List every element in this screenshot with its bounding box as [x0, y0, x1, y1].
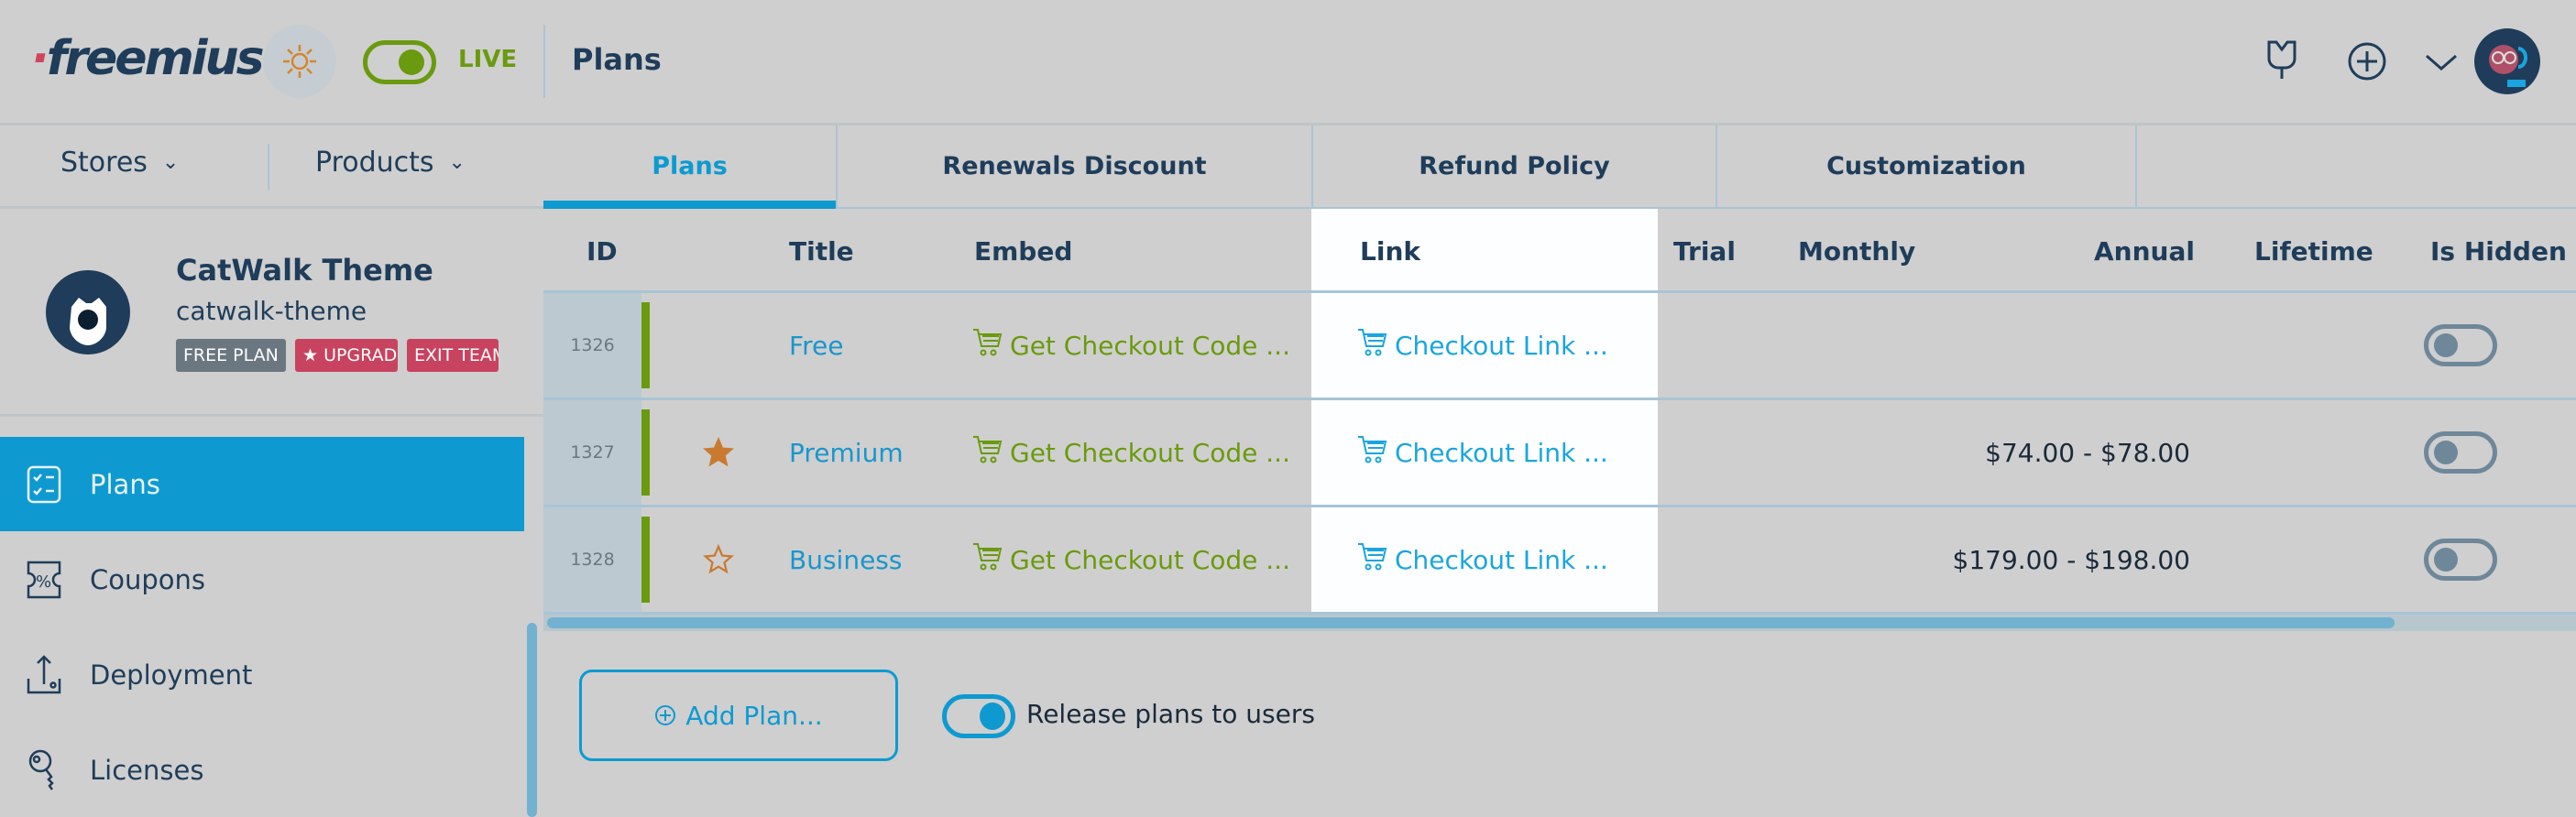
add-plan-button[interactable]: Add Plan...: [579, 670, 898, 761]
key-icon: [28, 749, 54, 790]
plan-id: 1327: [543, 400, 641, 505]
get-checkout-code-link[interactable]: Get Checkout Code ...: [971, 400, 1290, 505]
plan-color-bar: [641, 302, 650, 388]
column-header-monthly: Monthly: [1798, 236, 1916, 267]
checkout-link[interactable]: Checkout Link ...: [1356, 400, 1608, 505]
page-title: Plans: [572, 42, 662, 77]
plan-title-link[interactable]: Business: [789, 507, 902, 612]
divider: [543, 25, 545, 98]
divider: [268, 144, 269, 190]
freemius-logo[interactable]: ·freemius: [31, 31, 265, 86]
table-row: 1326 Free Get Checkout Code ... Checkout…: [543, 293, 2576, 400]
column-header-trial: Trial: [1673, 236, 1736, 267]
is-hidden-toggle[interactable]: [2424, 539, 2497, 581]
star-filled-icon[interactable]: [703, 400, 734, 505]
coupon-icon: %: [27, 561, 61, 598]
chevron-down-icon: ⌄: [448, 151, 466, 174]
live-mode-toggle[interactable]: [363, 40, 436, 84]
chevron-down-icon: ⌄: [161, 151, 180, 174]
theme-toggle-button[interactable]: [263, 25, 336, 98]
plan-title-link[interactable]: Free: [789, 293, 843, 398]
svg-text:%: %: [36, 572, 51, 592]
tab-renewals-discount[interactable]: Renewals Discount: [838, 125, 1313, 207]
upload-icon: [27, 654, 61, 693]
cart-icon: [971, 327, 1003, 365]
user-avatar[interactable]: [2474, 28, 2540, 94]
product-logo: [46, 270, 130, 354]
column-header-link: Link: [1360, 236, 1420, 267]
chevron-down-icon[interactable]: [2425, 53, 2458, 71]
live-mode-label: LIVE: [458, 46, 518, 73]
column-header-is-hidden: Is Hidden: [2430, 236, 2567, 267]
sun-icon: [283, 45, 316, 78]
table-row: 1328 Business Get Checkout Code ... Chec…: [543, 507, 2576, 615]
sidebar-item-deployment[interactable]: Deployment: [0, 627, 524, 722]
is-hidden-toggle[interactable]: [2424, 324, 2497, 366]
release-plans-toggle[interactable]: [942, 694, 1015, 738]
plan-title-link[interactable]: Premium: [789, 400, 904, 505]
cart-icon: [971, 541, 1003, 579]
checkout-link[interactable]: Checkout Link ...: [1356, 507, 1608, 612]
plan-id: 1326: [543, 293, 641, 398]
checkout-link[interactable]: Checkout Link ...: [1356, 293, 1608, 398]
cart-icon: [1356, 541, 1387, 579]
tab-plans[interactable]: Plans: [543, 125, 838, 209]
product-slug: catwalk-theme: [176, 296, 367, 326]
cart-icon: [1356, 434, 1387, 472]
horizontal-scrollbar[interactable]: [547, 617, 2395, 628]
plan-id: 1328: [543, 507, 641, 612]
tab-customization[interactable]: Customization: [1717, 125, 2137, 207]
is-hidden-toggle[interactable]: [2424, 431, 2497, 474]
plan-color-bar: [641, 409, 650, 496]
column-header-title: Title: [789, 236, 854, 267]
plug-icon[interactable]: [2264, 37, 2300, 82]
checklist-icon: [27, 465, 61, 503]
sidebar-scrollbar[interactable]: [527, 623, 537, 817]
stores-dropdown[interactable]: Stores ⌄: [60, 147, 179, 179]
column-header-lifetime: Lifetime: [2254, 236, 2373, 267]
release-plans-label: Release plans to users: [1026, 699, 1315, 729]
table-row: 1327 Premium Get Checkout Code ... Check…: [543, 400, 2576, 507]
cart-icon: [971, 434, 1003, 472]
tab-refund-policy[interactable]: Refund Policy: [1313, 125, 1717, 207]
sidebar-item-plans[interactable]: Plans: [0, 437, 524, 531]
free-plan-badge: FREE PLAN: [176, 339, 286, 372]
cart-icon: [1356, 327, 1387, 365]
upgrade-badge[interactable]: ★ UPGRADE: [295, 339, 398, 372]
star-outline-icon[interactable]: [703, 507, 734, 612]
annual-price: $179.00 - $198.00: [1952, 544, 2190, 575]
exit-team-badge[interactable]: EXIT TEAM: [407, 339, 499, 372]
sidebar-item-licenses[interactable]: Licenses: [0, 723, 524, 817]
get-checkout-code-link[interactable]: Get Checkout Code ...: [971, 507, 1290, 612]
annual-price: $74.00 - $78.00: [1985, 437, 2190, 468]
products-dropdown[interactable]: Products ⌄: [315, 147, 466, 179]
plan-color-bar: [641, 517, 650, 603]
column-header-embed: Embed: [974, 236, 1073, 267]
sidebar-item-coupons[interactable]: % Coupons: [0, 532, 524, 626]
column-header-id: ID: [586, 236, 618, 267]
column-header-annual: Annual: [2094, 236, 2195, 267]
product-name: CatWalk Theme: [176, 253, 433, 288]
get-checkout-code-link[interactable]: Get Checkout Code ...: [971, 293, 1290, 398]
horizontal-scroll-track: [543, 615, 2576, 631]
plus-circle-icon[interactable]: [2347, 41, 2387, 82]
tab-bar: Plans Renewals Discount Refund Policy Cu…: [543, 125, 2576, 209]
plus-circle-icon: [655, 705, 676, 725]
